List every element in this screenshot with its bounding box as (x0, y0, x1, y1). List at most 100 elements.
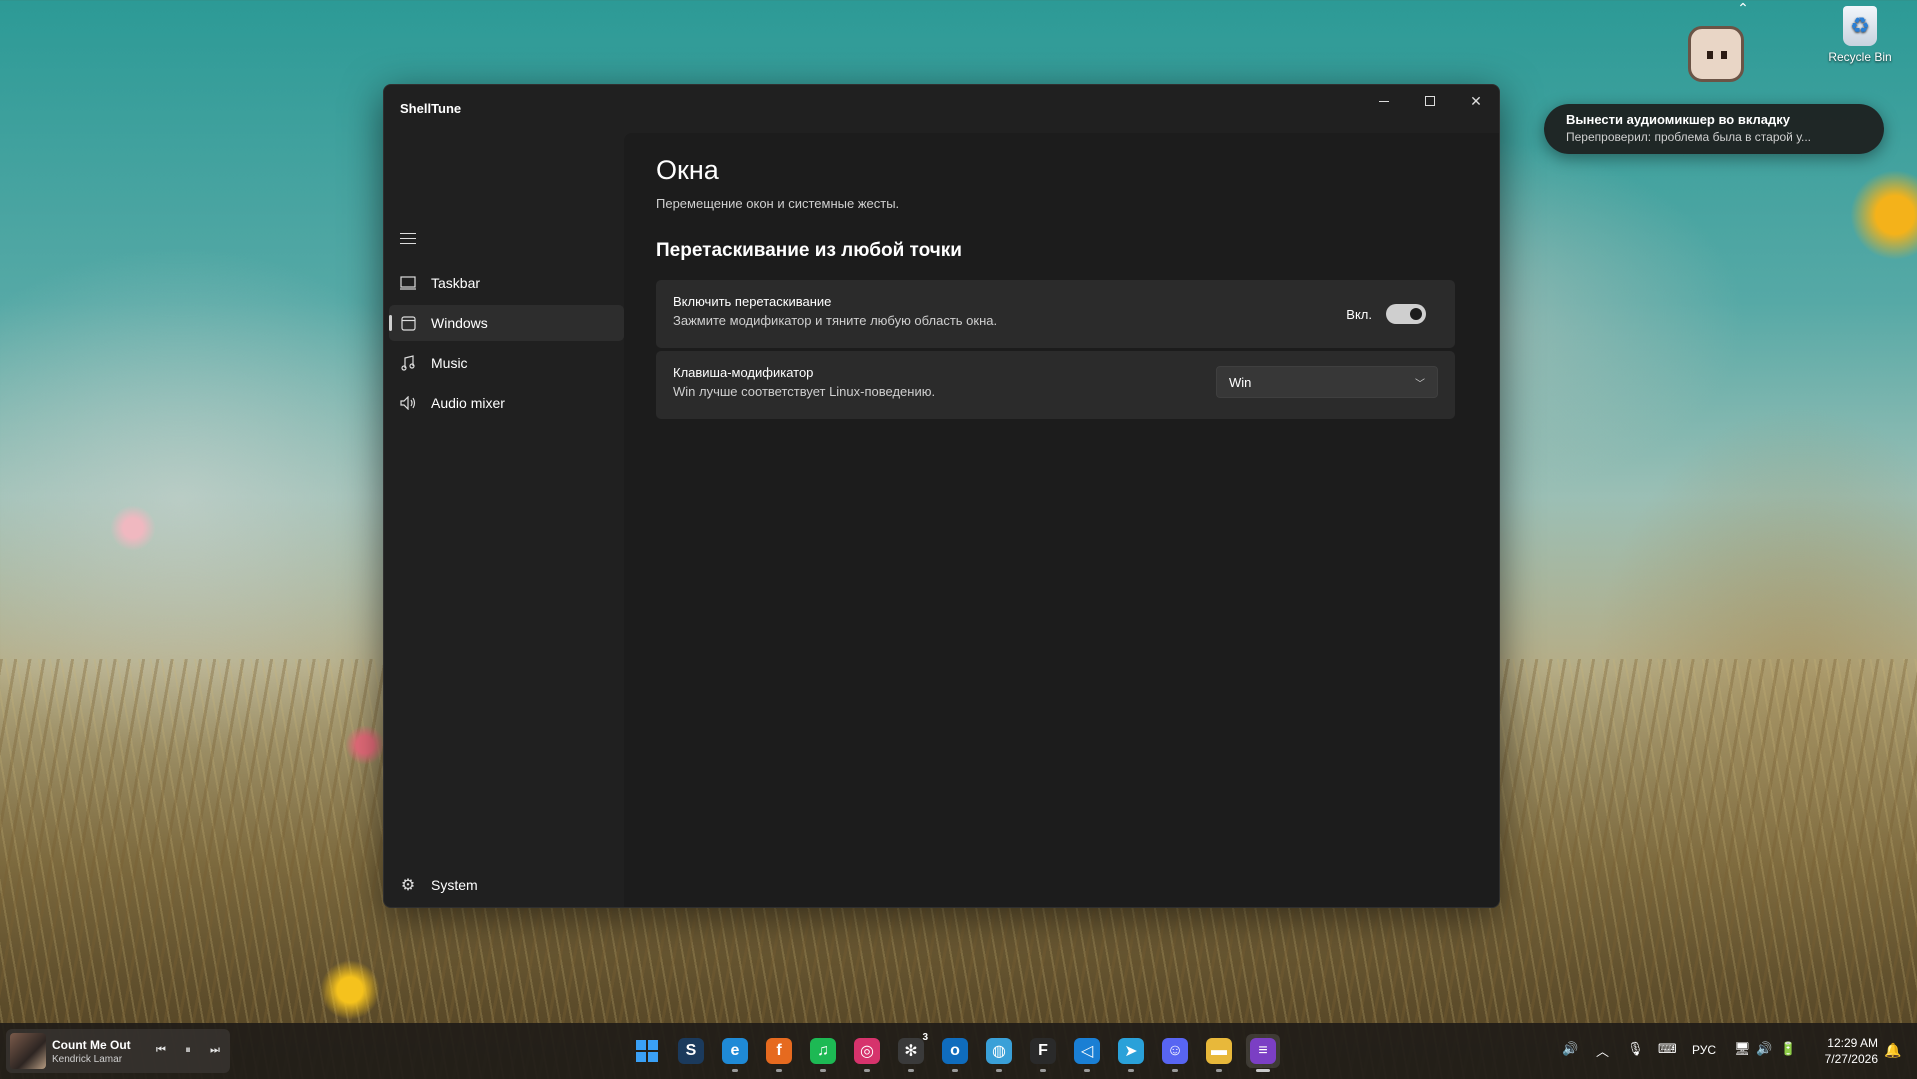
running-indicator (1172, 1069, 1178, 1072)
setting-description: Зажмите модификатор и тяните любую облас… (673, 313, 998, 328)
badge-count: 3 (922, 1032, 928, 1043)
shelltune-icon: ≡ (1250, 1038, 1276, 1064)
media-widget[interactable]: Count Me Out Kendrick Lamar ⏮ ⏸ ⏭ (6, 1029, 230, 1073)
microphone-icon[interactable]: 🎙 (1627, 1041, 1644, 1057)
taskbar-app-vscode[interactable]: ◁ (1070, 1034, 1104, 1072)
enable-drag-toggle[interactable] (1386, 304, 1426, 324)
clock-date: 7/27/2026 (1824, 1052, 1878, 1066)
taskbar-app-start[interactable] (630, 1034, 664, 1068)
taskbar-app-browser[interactable]: ◍ (982, 1034, 1016, 1072)
volume-icon[interactable]: 🔊 (1562, 1041, 1578, 1057)
next-track-icon[interactable]: ⏭ (206, 1041, 224, 1059)
previous-track-icon[interactable]: ⏮ (152, 1041, 170, 1059)
clock[interactable]: 12:29 AM 7/27/2026 (1818, 1035, 1878, 1067)
battery-icon[interactable]: 🔋 (1780, 1041, 1796, 1057)
running-indicator (1040, 1069, 1046, 1072)
dropdown-value: Win (1229, 374, 1252, 390)
close-button[interactable]: ✕ (1453, 85, 1499, 117)
figma-icon: F (1030, 1038, 1056, 1064)
speaker-icon (400, 395, 416, 411)
sidebar-item-label: Audio mixer (431, 395, 505, 411)
recycle-bin-label: Recycle Bin (1828, 50, 1892, 64)
taskbar: Count Me Out Kendrick Lamar ⏮ ⏸ ⏭ Se f ♫ ◎ ✻… (0, 1023, 1917, 1079)
notification-toast[interactable]: Вынести аудиомикшер во вкладку Перепрове… (1544, 104, 1884, 154)
setting-card-enable-drag: Включить перетаскивание Зажмите модифика… (656, 280, 1455, 348)
keyboard-icon[interactable]: ⌨ (1658, 1041, 1677, 1057)
sidebar-item-music[interactable]: Music (389, 345, 624, 381)
firefox-icon: f (766, 1038, 792, 1064)
sidebar-item-windows[interactable]: Windows (389, 305, 624, 341)
steam-icon: S (678, 1038, 704, 1064)
sidebar-item-taskbar[interactable]: Taskbar (389, 265, 624, 301)
running-indicator (908, 1069, 914, 1072)
taskbar-app-telegram[interactable]: ➤ (1114, 1034, 1148, 1072)
taskbar-app-figma[interactable]: F (1026, 1034, 1060, 1072)
wallpaper-flower (345, 725, 385, 765)
gear-icon: ⚙ (400, 877, 416, 894)
chevron-up-icon[interactable]: ⌃ (1735, 0, 1751, 16)
page-title: Окна (656, 155, 719, 185)
chevron-up-icon[interactable]: ︿ (1596, 1041, 1609, 1060)
speaker-icon[interactable]: 🔊 (1756, 1041, 1772, 1057)
wallpaper-flower (320, 960, 380, 1020)
page-subtitle: Перемещение окон и системные жесты. (656, 196, 900, 211)
taskbar-app-edge[interactable]: e (718, 1034, 752, 1072)
toggle-state-label: Вкл. (1346, 306, 1372, 322)
sidebar-item-label: Music (431, 355, 468, 371)
chevron-down-icon: ﹀ (1415, 378, 1425, 390)
music-icon (400, 355, 416, 371)
outlook-icon: o (942, 1038, 968, 1064)
network-icon[interactable]: 🖥 (1734, 1041, 1751, 1057)
spotify-icon: ♫ (810, 1038, 836, 1064)
file-explorer-icon: ▬ (1206, 1038, 1232, 1064)
telegram-icon: ➤ (1118, 1038, 1144, 1064)
toast-text: Перепроверил: проблема была в старой у..… (1566, 130, 1812, 144)
sidebar-item-audio-mixer[interactable]: Audio mixer (389, 385, 624, 421)
instagram-icon: ◎ (854, 1038, 880, 1064)
notification-bell-icon[interactable]: 🔔 (1884, 1042, 1901, 1059)
toast-title: Вынести аудиомикшер во вкладку (1566, 112, 1790, 127)
minimize-icon (1379, 100, 1389, 102)
content-pane: Окна Перемещение окон и системные жесты.… (624, 133, 1499, 907)
sidebar-item-label: System (431, 877, 478, 893)
taskbar-app-instagram[interactable]: ◎ (850, 1034, 884, 1072)
modifier-key-dropdown[interactable]: Win ﹀ (1216, 366, 1438, 398)
taskbar-app-shelltune[interactable]: ≡ (1246, 1034, 1280, 1072)
browser-icon: ◍ (986, 1038, 1012, 1064)
minimize-button[interactable] (1361, 85, 1407, 117)
pause-icon[interactable]: ⏸ (179, 1041, 197, 1059)
wallpaper-flower (110, 505, 156, 551)
sidebar-item-system[interactable]: ⚙ System (389, 867, 624, 903)
taskbar-app-chatgpt[interactable]: ✻ 3 (894, 1032, 928, 1072)
taskbar-app-discord[interactable]: ☺ (1158, 1034, 1192, 1072)
hamburger-menu-button[interactable] (400, 233, 416, 248)
running-indicator (864, 1069, 870, 1072)
taskbar-app-firefox[interactable]: f (762, 1034, 796, 1072)
mascot-icon[interactable] (1688, 26, 1744, 82)
taskbar-app-file-explorer[interactable]: ▬ (1202, 1034, 1236, 1072)
app-title: ShellTune (400, 101, 462, 116)
maximize-button[interactable] (1407, 85, 1453, 117)
sidebar-item-label: Taskbar (431, 275, 481, 291)
clock-time: 12:29 AM (1827, 1036, 1878, 1050)
taskbar-app-spotify[interactable]: ♫ (806, 1034, 840, 1072)
running-indicator (1084, 1069, 1090, 1072)
taskbar-app-steam[interactable]: S (674, 1034, 708, 1068)
title-bar[interactable]: ShellTune ✕ (384, 85, 1499, 133)
setting-card-modifier-key: Клавиша-модификатор Win лучше соответств… (656, 351, 1455, 419)
wallpaper-flower (1850, 170, 1917, 260)
language-indicator[interactable]: РУС (1692, 1043, 1716, 1057)
section-title: Перетаскивание из любой точки (656, 240, 962, 261)
shelltune-window: ShellTune ✕ Taskbar Windows Music Audio … (383, 84, 1500, 908)
taskbar-app-outlook[interactable]: o (938, 1034, 972, 1072)
recycle-bin[interactable]: ♻ Recycle Bin (1822, 6, 1898, 64)
setting-title: Включить перетаскивание (673, 294, 832, 309)
running-indicator (1216, 1069, 1222, 1072)
running-indicator (1128, 1069, 1134, 1072)
running-indicator (732, 1069, 738, 1072)
running-indicator (952, 1069, 958, 1072)
taskbar-icon (400, 275, 416, 291)
running-indicator (776, 1069, 782, 1072)
chatgpt-icon: ✻ (898, 1038, 924, 1064)
edge-icon: e (722, 1038, 748, 1064)
